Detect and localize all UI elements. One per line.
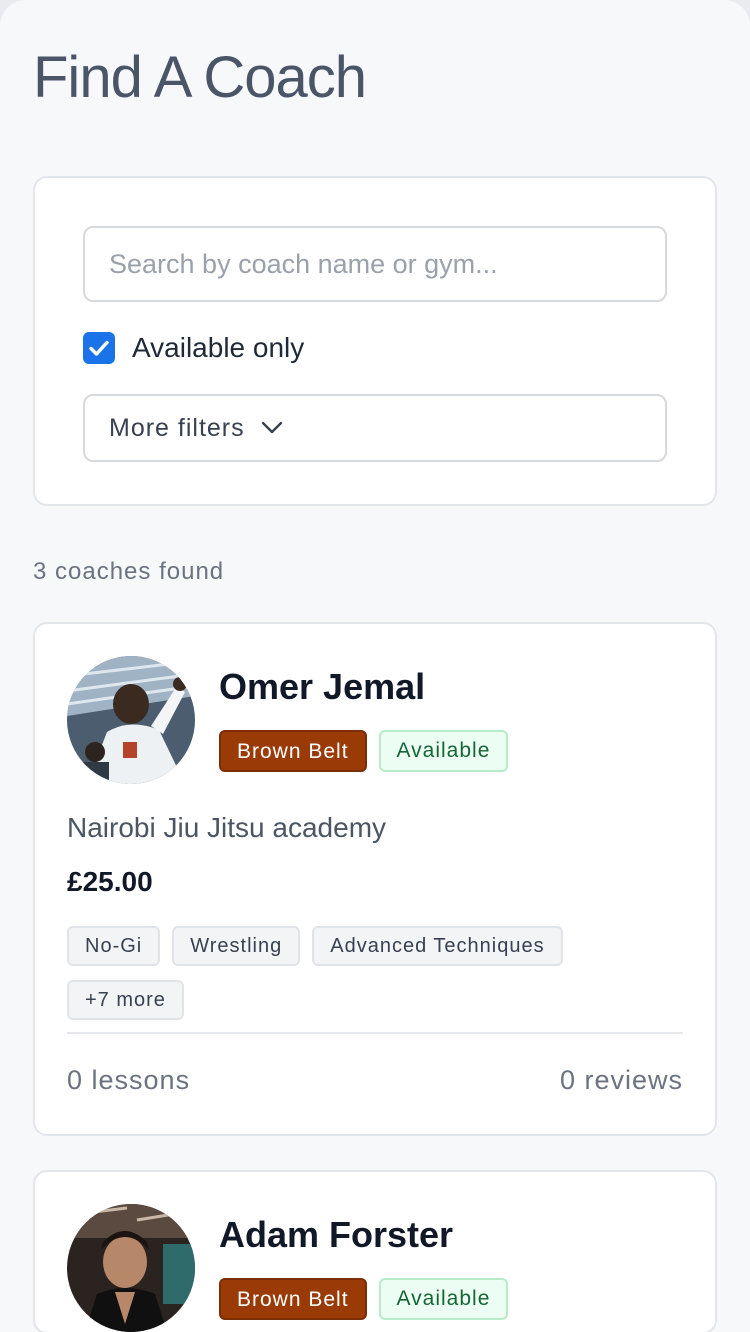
badge-row: Brown Belt Available [219,1278,509,1320]
checkmark-icon [89,340,109,356]
available-only-toggle[interactable]: Available only [83,302,667,394]
avatar [67,656,195,784]
tag-list: No-Gi Wrestling Advanced Techniques +7 m… [67,926,683,1020]
reviews-count: 0 reviews [559,1064,683,1095]
more-filters-button[interactable]: More filters [83,394,667,462]
coach-header: Omer Jemal Brown Belt Available [67,656,683,784]
more-tags: +7 more [67,980,184,1020]
search-input[interactable] [83,226,667,302]
price: £25.00 [67,866,153,897]
coach-card[interactable]: Adam Forster Brown Belt Available [33,1170,717,1332]
coach-name: Omer Jemal [219,666,426,707]
avatar [67,1204,195,1332]
chevron-down-icon [261,421,283,435]
more-filters-label: More filters [109,413,245,442]
badge-row: Brown Belt Available [219,730,509,772]
available-only-checkbox[interactable] [83,332,115,364]
filter-panel: Available only More filters [33,176,717,506]
status-badge: Available [378,1278,509,1320]
coach-header: Adam Forster Brown Belt Available [67,1204,683,1332]
tag: Wrestling [172,926,301,966]
status-badge: Available [378,730,509,772]
gym-name: Nairobi Jiu Jitsu academy [67,812,387,843]
results-count: 3 coaches found [33,558,225,585]
tag: No-Gi [67,926,161,966]
belt-badge: Brown Belt [219,1278,367,1320]
lessons-count: 0 lessons [67,1064,191,1095]
coach-info: Adam Forster Brown Belt Available [219,1204,509,1320]
tag: Advanced Techniques [312,926,563,966]
page-title: Find A Coach [33,45,367,110]
coach-name: Adam Forster [219,1214,454,1255]
available-only-label: Available only [132,332,305,363]
belt-badge: Brown Belt [219,730,367,772]
coach-stats: 0 lessons 0 reviews [67,1034,683,1126]
find-coach-screen: Find A Coach Available only More filters… [0,0,750,1332]
coach-info: Omer Jemal Brown Belt Available [219,656,509,772]
coach-card[interactable]: Omer Jemal Brown Belt Available Nairobi … [33,622,717,1136]
